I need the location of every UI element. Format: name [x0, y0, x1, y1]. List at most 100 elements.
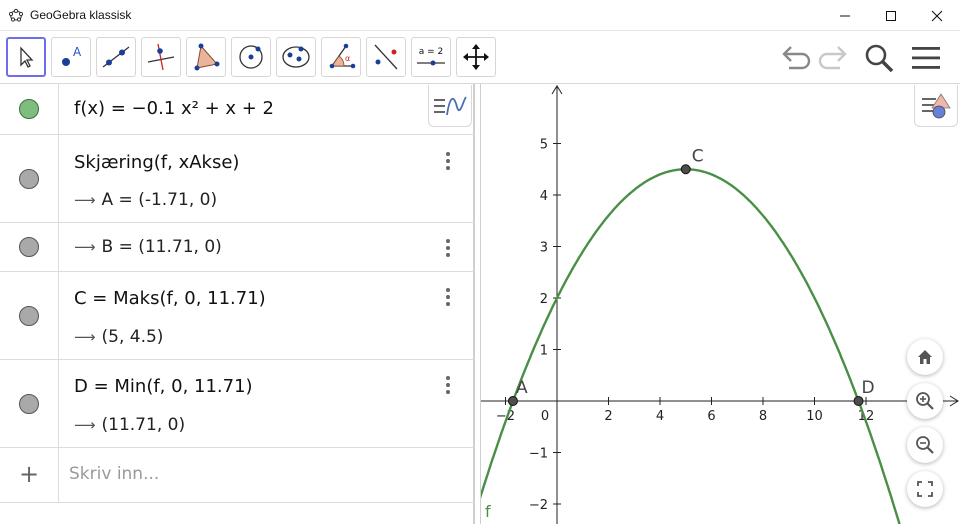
menu-button[interactable] — [908, 40, 944, 76]
algebra-output: ⟶ A = (-1.71, 0) — [74, 190, 218, 210]
close-icon — [931, 10, 943, 21]
algebra-row-f[interactable]: f(x) = −0.1 x² + x + 2 — [0, 84, 474, 135]
algebra-input-row[interactable]: + Skriv inn... — [0, 448, 474, 503]
zoom-in-button[interactable] — [907, 383, 943, 419]
reflect-icon — [374, 44, 398, 70]
function-label: f — [485, 502, 491, 521]
algebra-input[interactable]: C = Maks(f, 0, 11.71) — [74, 288, 266, 309]
svg-text:α: α — [345, 54, 350, 63]
graphics-view[interactable]: −2 0 2 4 6 8 10 12 5 4 3 2 1 −1 −2 f ACD — [481, 84, 960, 524]
ellipse-icon — [282, 46, 310, 68]
angle-icon: α — [329, 43, 356, 69]
redo-icon — [818, 46, 847, 70]
conic-tool[interactable] — [276, 37, 316, 77]
more-options-icon[interactable] — [443, 152, 453, 172]
window-title: GeoGebra klassisk — [30, 8, 132, 22]
perpendicular-line-tool[interactable] — [141, 37, 181, 77]
more-options-icon[interactable] — [443, 288, 453, 308]
y-tick-label: −2 — [529, 498, 548, 513]
menu-icon — [912, 47, 940, 69]
point-label-A: A — [516, 378, 528, 398]
home-icon — [918, 350, 932, 364]
algebra-row-D[interactable]: D = Min(f, 0, 11.71) ⟶ (11.71, 0) — [0, 360, 474, 448]
maximize-button[interactable] — [868, 0, 914, 31]
close-button[interactable] — [914, 0, 960, 31]
minimize-button[interactable] — [822, 0, 868, 31]
geogebra-logo-icon — [9, 8, 23, 22]
visibility-toggle[interactable] — [19, 306, 39, 326]
title-bar: GeoGebra klassisk — [0, 0, 960, 31]
visibility-toggle[interactable] — [19, 99, 39, 119]
slider-icon: a = 2 — [417, 47, 445, 66]
algebra-view: f(x) = −0.1 x² + x + 2 Skjæring(f, xAkse… — [0, 84, 474, 524]
search-button[interactable] — [861, 40, 897, 76]
perpendicular-icon — [147, 43, 175, 71]
algebra-row-B[interactable]: ⟶ B = (11.71, 0) — [0, 223, 474, 272]
zoom-in-icon — [916, 392, 934, 410]
fullscreen-icon — [917, 481, 933, 497]
point-tool[interactable]: A — [51, 37, 91, 77]
visibility-toggle[interactable] — [19, 237, 39, 257]
algebra-row-C[interactable]: C = Maks(f, 0, 11.71) ⟶ (5, 4.5) — [0, 272, 474, 360]
x-tick-label: 10 — [806, 409, 823, 424]
undo-icon — [782, 46, 811, 70]
graphics-style-icon — [922, 92, 951, 118]
x-tick-label: 6 — [707, 409, 715, 424]
point-label-D: D — [862, 378, 875, 398]
move-graphics-tool[interactable] — [456, 37, 496, 77]
redo-button[interactable] — [815, 40, 851, 76]
point-C — [680, 164, 691, 175]
undo-button[interactable] — [778, 40, 814, 76]
home-button[interactable] — [907, 339, 943, 375]
minimize-icon — [840, 15, 850, 16]
points: A C D — [507, 146, 875, 406]
more-options-icon[interactable] — [443, 239, 453, 259]
graph-canvas[interactable]: −2 0 2 4 6 8 10 1254321−1−2 f ACD — [481, 84, 960, 524]
y-tick-label: 5 — [540, 138, 548, 153]
circle-icon — [239, 45, 263, 69]
x-tick-label: 2 — [604, 409, 612, 424]
visibility-toggle[interactable] — [19, 169, 39, 189]
polygon-tool[interactable] — [186, 37, 226, 77]
y-tick-label: 1 — [540, 344, 548, 359]
svg-text:a = 2: a = 2 — [419, 47, 444, 57]
circle-tool[interactable] — [231, 37, 271, 77]
search-icon — [865, 44, 894, 73]
y-tick-label: 2 — [540, 292, 548, 307]
y-tick-label: −1 — [529, 447, 548, 462]
toolbar: A α a = 2 — [0, 31, 960, 84]
add-icon[interactable]: + — [19, 460, 39, 488]
slider-tool[interactable]: a = 2 — [411, 37, 451, 77]
algebra-output: ⟶ (11.71, 0) — [74, 415, 186, 435]
algebra-input[interactable]: f(x) = −0.1 x² + x + 2 — [74, 98, 274, 119]
x-tick-label: 0 — [541, 409, 549, 424]
view-divider[interactable] — [474, 84, 481, 524]
y-tick-label: 3 — [540, 241, 548, 256]
algebra-style-button[interactable] — [428, 85, 472, 127]
more-options-icon[interactable] — [443, 376, 453, 396]
x-tick-label: 8 — [759, 409, 767, 424]
arrow-cursor-icon — [20, 46, 34, 68]
algebra-input-field[interactable]: Skriv inn... — [69, 464, 159, 484]
x-tick-label: 4 — [656, 409, 664, 424]
line-tool[interactable] — [96, 37, 136, 77]
line-icon — [102, 46, 130, 68]
graphics-style-button[interactable] — [914, 85, 958, 127]
move-arrows-icon — [463, 44, 489, 70]
algebra-row-A[interactable]: Skjæring(f, xAkse) ⟶ A = (-1.71, 0) — [0, 135, 474, 223]
fullscreen-button[interactable] — [907, 471, 943, 507]
tick-labels: −2 0 2 4 6 8 10 1254321−1−2 — [496, 138, 874, 514]
angle-tool[interactable]: α — [321, 37, 361, 77]
polygon-icon — [194, 43, 220, 71]
zoom-out-button[interactable] — [907, 427, 943, 463]
move-tool[interactable] — [6, 37, 46, 77]
y-tick-label: 4 — [540, 189, 548, 204]
algebra-graph-style-icon — [434, 95, 467, 115]
reflect-tool[interactable] — [366, 37, 406, 77]
algebra-output: ⟶ (5, 4.5) — [74, 327, 164, 347]
visibility-toggle[interactable] — [19, 394, 39, 414]
algebra-input[interactable]: D = Min(f, 0, 11.71) — [74, 376, 253, 397]
algebra-output: ⟶ B = (11.71, 0) — [74, 237, 222, 257]
point-label-C: C — [692, 146, 704, 166]
algebra-input[interactable]: Skjæring(f, xAkse) — [74, 152, 239, 173]
